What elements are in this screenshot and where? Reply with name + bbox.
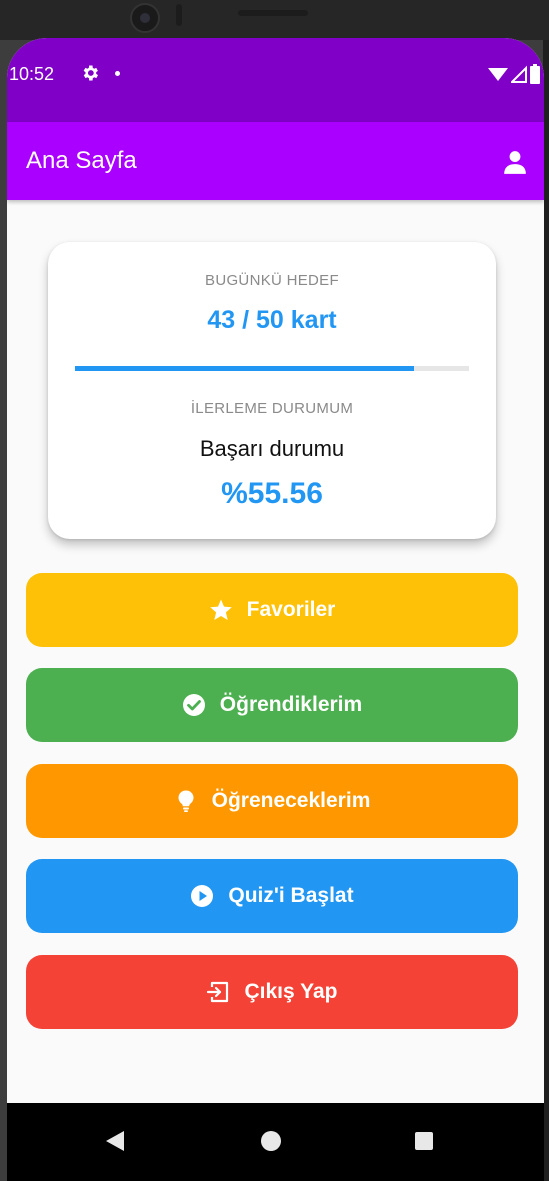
system-nav-bar	[7, 1103, 544, 1181]
gear-icon	[83, 65, 98, 81]
favorites-button[interactable]: Favoriler	[26, 573, 518, 647]
status-time: 10:52	[9, 64, 55, 84]
logout-button-label: Çıkış Yap	[244, 980, 338, 1003]
start-quiz-button[interactable]: Quiz'i Başlat	[26, 859, 518, 933]
to-learn-button-label: Öğreneceklerim	[211, 789, 371, 812]
notification-dot-icon	[115, 71, 120, 76]
goal-value: 43 / 50 kart	[207, 306, 337, 334]
person-icon[interactable]	[502, 149, 528, 175]
logout-icon	[207, 981, 229, 1003]
learned-button[interactable]: Öğrendiklerim	[26, 668, 518, 742]
phone-screen: 10:52 Ana Sayfa BUGÜNKÜ HEDEF 43 / 50 ka…	[7, 38, 544, 1181]
device-frame: 10:52 Ana Sayfa BUGÜNKÜ HEDEF 43 / 50 ka…	[0, 0, 549, 1181]
page-title: Ana Sayfa	[26, 147, 137, 174]
front-camera	[130, 3, 160, 33]
battery-icon	[530, 64, 540, 84]
app-bar: Ana Sayfa	[7, 122, 544, 200]
progress-label: İLERLEME DURUMUM	[190, 400, 354, 417]
status-bar: 10:52	[7, 38, 544, 122]
start-quiz-button-label: Quiz'i Başlat	[228, 884, 354, 907]
goal-progress-fill	[75, 366, 414, 371]
recents-icon[interactable]	[415, 1132, 433, 1150]
check-circle-icon	[182, 694, 205, 716]
goal-label: BUGÜNKÜ HEDEF	[205, 272, 339, 289]
play-circle-icon	[191, 885, 214, 907]
device-top-bezel	[0, 0, 549, 40]
logout-button[interactable]: Çıkış Yap	[26, 955, 518, 1029]
favorites-button-label: Favoriler	[246, 598, 336, 621]
proximity-sensor	[176, 4, 182, 26]
status-indicators	[488, 64, 540, 84]
earpiece-speaker	[238, 10, 308, 16]
home-icon[interactable]	[261, 1131, 281, 1151]
back-icon[interactable]	[105, 1130, 125, 1152]
goal-card: BUGÜNKÜ HEDEF 43 / 50 kart İLERLEME DURU…	[48, 242, 496, 539]
main-content: BUGÜNKÜ HEDEF 43 / 50 kart İLERLEME DURU…	[7, 200, 544, 1103]
goal-progress-bar	[75, 366, 469, 371]
learned-button-label: Öğrendiklerim	[219, 693, 363, 716]
wifi-icon	[488, 68, 508, 81]
star-icon	[209, 599, 232, 620]
lightbulb-icon	[178, 790, 194, 812]
to-learn-button[interactable]: Öğreneceklerim	[26, 764, 518, 838]
success-label: Başarı durumu	[199, 436, 345, 461]
success-value: %55.56	[221, 477, 323, 510]
signal-icon	[511, 65, 527, 83]
